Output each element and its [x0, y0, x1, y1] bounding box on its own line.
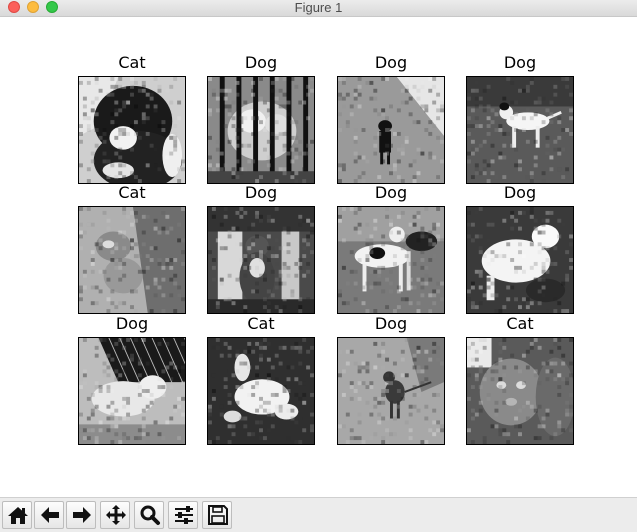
image-panel: [466, 76, 574, 184]
panel-title: Dog: [115, 314, 149, 333]
pet-photo-thumbnail: [208, 207, 314, 313]
pet-photo-thumbnail: [338, 207, 444, 313]
panel-title: Dog: [244, 183, 278, 202]
pet-photo-thumbnail: [79, 338, 185, 444]
home-icon: [8, 507, 28, 524]
image-panel: [337, 76, 445, 184]
pet-photo-thumbnail: [208, 77, 314, 183]
pet-photo-thumbnail: [467, 338, 573, 444]
pet-photo-thumbnail: [79, 207, 185, 313]
panel-title: Cat: [247, 314, 275, 333]
figure-window: Figure 1 Cat Dog Dog Dog Cat Dog Dog Dog Dog Cat D…: [0, 0, 637, 532]
panel-title: Dog: [503, 183, 537, 202]
image-panel: [207, 76, 315, 184]
configure-subplots-icon: [175, 506, 193, 524]
panel-title: Cat: [506, 314, 534, 333]
image-panel: [78, 337, 186, 445]
pan-button[interactable]: [100, 501, 130, 529]
image-panel: [78, 76, 186, 184]
pan-icon: [106, 505, 126, 525]
image-panel: [337, 206, 445, 314]
image-panel: [207, 206, 315, 314]
pet-photo-thumbnail: [467, 77, 573, 183]
panel-title: Cat: [118, 183, 146, 202]
pet-photo-thumbnail: [338, 77, 444, 183]
navigation-toolbar: [0, 497, 637, 532]
zoom-icon: [140, 505, 160, 525]
window-title: Figure 1: [294, 0, 343, 15]
panel-title: Dog: [374, 314, 408, 333]
forward-icon: [73, 507, 91, 523]
back-icon: [41, 507, 59, 523]
panel-title: Dog: [503, 53, 537, 72]
save-button[interactable]: [202, 501, 232, 529]
panel-title: Cat: [118, 53, 146, 72]
pet-photo-thumbnail: [338, 338, 444, 444]
figure-canvas[interactable]: Cat Dog Dog Dog Cat Dog Dog Dog Dog Cat Dog Cat: [0, 17, 637, 497]
save-icon: [208, 505, 228, 525]
panel-title: Dog: [374, 53, 408, 72]
image-panel: [78, 206, 186, 314]
pet-photo-thumbnail: [79, 77, 185, 183]
panel-title: Dog: [244, 53, 278, 72]
home-button[interactable]: [2, 501, 32, 529]
zoom-button[interactable]: [134, 501, 164, 529]
image-panel: [466, 206, 574, 314]
pet-photo-thumbnail: [467, 207, 573, 313]
pet-photo-thumbnail: [208, 338, 314, 444]
image-panel: [207, 337, 315, 445]
panel-title: Dog: [374, 183, 408, 202]
back-button[interactable]: [34, 501, 64, 529]
image-panel: [337, 337, 445, 445]
title-bar[interactable]: Figure 1: [0, 0, 637, 17]
forward-button[interactable]: [66, 501, 96, 529]
configure-subplots-button[interactable]: [168, 501, 198, 529]
image-panel: [466, 337, 574, 445]
